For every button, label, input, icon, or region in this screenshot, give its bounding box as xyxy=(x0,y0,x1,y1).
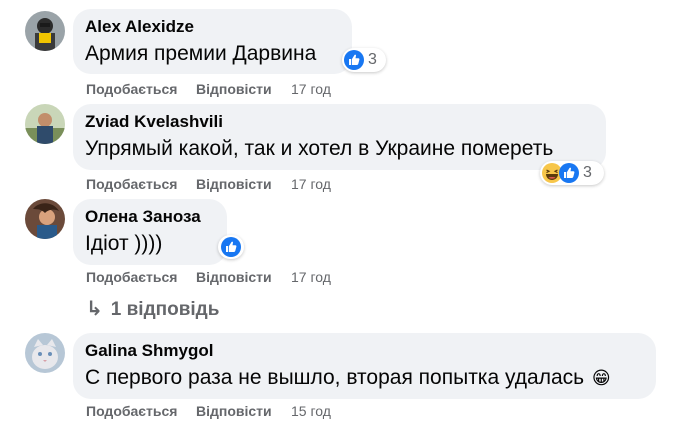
reply-button[interactable]: Відповісти xyxy=(196,403,272,419)
avatar[interactable] xyxy=(25,11,65,51)
comment-text: Ідіот )))) xyxy=(85,232,163,255)
comment-bubble: Zviad Kvelashvili Упрямый какой, так и х… xyxy=(73,104,606,170)
reply-button[interactable]: Відповісти xyxy=(196,269,272,285)
comment-author[interactable]: Олена Заноза xyxy=(85,207,215,227)
comment-timestamp[interactable]: 17 год xyxy=(291,81,331,97)
view-replies-link[interactable]: ↳ 1 відповідь xyxy=(86,296,219,321)
like-button[interactable]: Подобається xyxy=(86,403,177,419)
comment-timestamp[interactable]: 17 год xyxy=(291,176,331,192)
avatar[interactable] xyxy=(25,199,65,239)
reaction-count: 3 xyxy=(368,51,377,68)
like-button[interactable]: Подобається xyxy=(86,81,177,97)
comment-text: Упрямый какой, так и хотел в Украине пом… xyxy=(85,137,554,160)
grinning-face-emoji: 😁 xyxy=(591,368,611,389)
comment-timestamp[interactable]: 17 год xyxy=(291,269,331,285)
comments-page: { "comments": [ { "author": "Alex Alexid… xyxy=(0,0,700,432)
like-reaction-icon xyxy=(559,163,579,183)
reactions-summary[interactable]: 3 xyxy=(540,161,604,185)
previous-content-edge xyxy=(0,0,700,8)
like-reaction-icon xyxy=(344,50,364,70)
reactions-summary[interactable]: 3 xyxy=(342,48,386,72)
comment-bubble: Олена Заноза Ідіот )))) xyxy=(73,199,227,265)
reply-button[interactable]: Відповісти xyxy=(196,81,272,97)
comment-author[interactable]: Alex Alexidze xyxy=(85,17,340,37)
comment-text-body: С первого раза не вышло, вторая попытка … xyxy=(85,366,585,389)
replies-count-label: 1 відповідь xyxy=(110,299,220,320)
like-button[interactable]: Подобається xyxy=(86,269,177,285)
comment-bubble: Galina Shmygol С первого раза не вышло, … xyxy=(73,333,656,399)
reply-arrow-icon: ↳ xyxy=(86,298,103,320)
reactions-summary[interactable] xyxy=(218,235,244,259)
reaction-count: 3 xyxy=(583,164,592,181)
comment-text: С первого раза не вышло, вторая попытка … xyxy=(85,364,644,392)
comment-author[interactable]: Zviad Kvelashvili xyxy=(85,112,594,132)
comment-bubble: Alex Alexidze Армия премии Дарвина xyxy=(73,9,352,74)
comment-timestamp[interactable]: 15 год xyxy=(291,403,331,419)
like-button[interactable]: Подобається xyxy=(86,176,177,192)
like-reaction-icon xyxy=(221,237,241,257)
avatar[interactable] xyxy=(25,333,65,373)
avatar[interactable] xyxy=(25,104,65,144)
reply-button[interactable]: Відповісти xyxy=(196,176,272,192)
comment-text: Армия премии Дарвина xyxy=(85,42,317,65)
comment-author[interactable]: Galina Shmygol xyxy=(85,341,644,361)
